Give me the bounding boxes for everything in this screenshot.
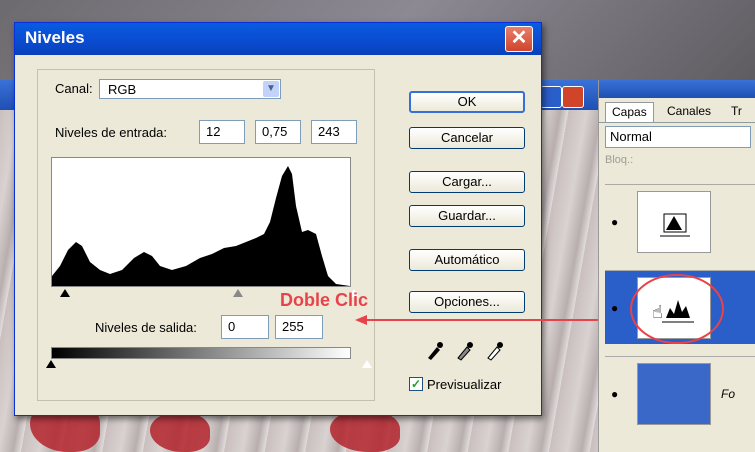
histogram [51, 157, 351, 287]
layers-panel: Capas Canales Tr Normal Bloq.: ● ● ☝ ● F… [598, 80, 755, 452]
layer-row[interactable]: ● Fo [605, 356, 755, 430]
levels-dialog: Niveles ✕ Canal: RGB ▼ Niveles de entrad… [14, 22, 542, 416]
output-white-slider[interactable] [362, 360, 372, 368]
input-gamma-slider[interactable] [233, 289, 243, 297]
document-close-button[interactable] [562, 86, 584, 108]
options-button[interactable]: Opciones... [409, 291, 525, 313]
background-layer-thumbnail [637, 363, 711, 425]
layer-thumbnail [637, 191, 711, 253]
output-black-slider[interactable] [46, 360, 56, 368]
black-eyedropper-icon[interactable] [425, 339, 445, 361]
dialog-titlebar[interactable]: Niveles ✕ [15, 23, 541, 55]
channel-label: Canal: [55, 81, 93, 96]
lock-label: Bloq.: [605, 154, 634, 166]
cancel-button[interactable]: Cancelar [409, 127, 525, 149]
eye-icon[interactable]: ● [611, 301, 618, 315]
input-levels-label: Niveles de entrada: [55, 125, 168, 140]
tab-paths[interactable]: Tr [725, 102, 748, 122]
input-level-gamma[interactable]: 0,75 [255, 120, 301, 144]
restore-button[interactable] [540, 86, 562, 108]
layer-row[interactable]: ● [605, 184, 755, 258]
auto-button[interactable]: Automático [409, 249, 525, 271]
close-icon: ✕ [510, 27, 528, 49]
output-gradient [51, 347, 351, 359]
close-button[interactable]: ✕ [505, 26, 533, 52]
output-levels-label: Niveles de salida: [95, 320, 197, 335]
panel-titlebar [599, 80, 755, 98]
gray-eyedropper-icon[interactable] [455, 339, 475, 361]
preview-checkbox[interactable]: ✓ [409, 377, 423, 391]
output-level-white[interactable]: 255 [275, 315, 323, 339]
white-eyedropper-icon[interactable] [485, 339, 505, 361]
channel-select[interactable]: RGB ▼ [99, 79, 281, 99]
channel-value: RGB [108, 82, 137, 97]
input-black-slider[interactable] [60, 289, 70, 297]
panel-tabs: Capas Canales Tr [599, 100, 755, 123]
histogram-graph [52, 166, 350, 286]
eye-icon[interactable]: ● [611, 387, 618, 401]
save-button[interactable]: Guardar... [409, 205, 525, 227]
layer-name: Fo [721, 387, 736, 401]
blend-mode-select[interactable]: Normal [605, 126, 751, 148]
input-level-black[interactable]: 12 [199, 120, 245, 144]
annotation-text: Doble Clic [280, 290, 369, 310]
ok-button[interactable]: OK [409, 91, 525, 113]
tab-layers[interactable]: Capas [605, 102, 654, 122]
input-level-white[interactable]: 243 [311, 120, 357, 144]
load-button[interactable]: Cargar... [409, 171, 525, 193]
chevron-down-icon: ▼ [263, 81, 279, 97]
dialog-title: Niveles [25, 28, 85, 47]
highlight-circle [630, 274, 724, 344]
layer-row-selected[interactable]: ● ☝ [605, 270, 755, 344]
preview-label: Previsualizar [427, 377, 502, 392]
output-level-black[interactable]: 0 [221, 315, 269, 339]
eye-icon[interactable]: ● [611, 215, 618, 229]
adjustment-icon [660, 213, 690, 237]
tab-channels[interactable]: Canales [661, 102, 717, 122]
